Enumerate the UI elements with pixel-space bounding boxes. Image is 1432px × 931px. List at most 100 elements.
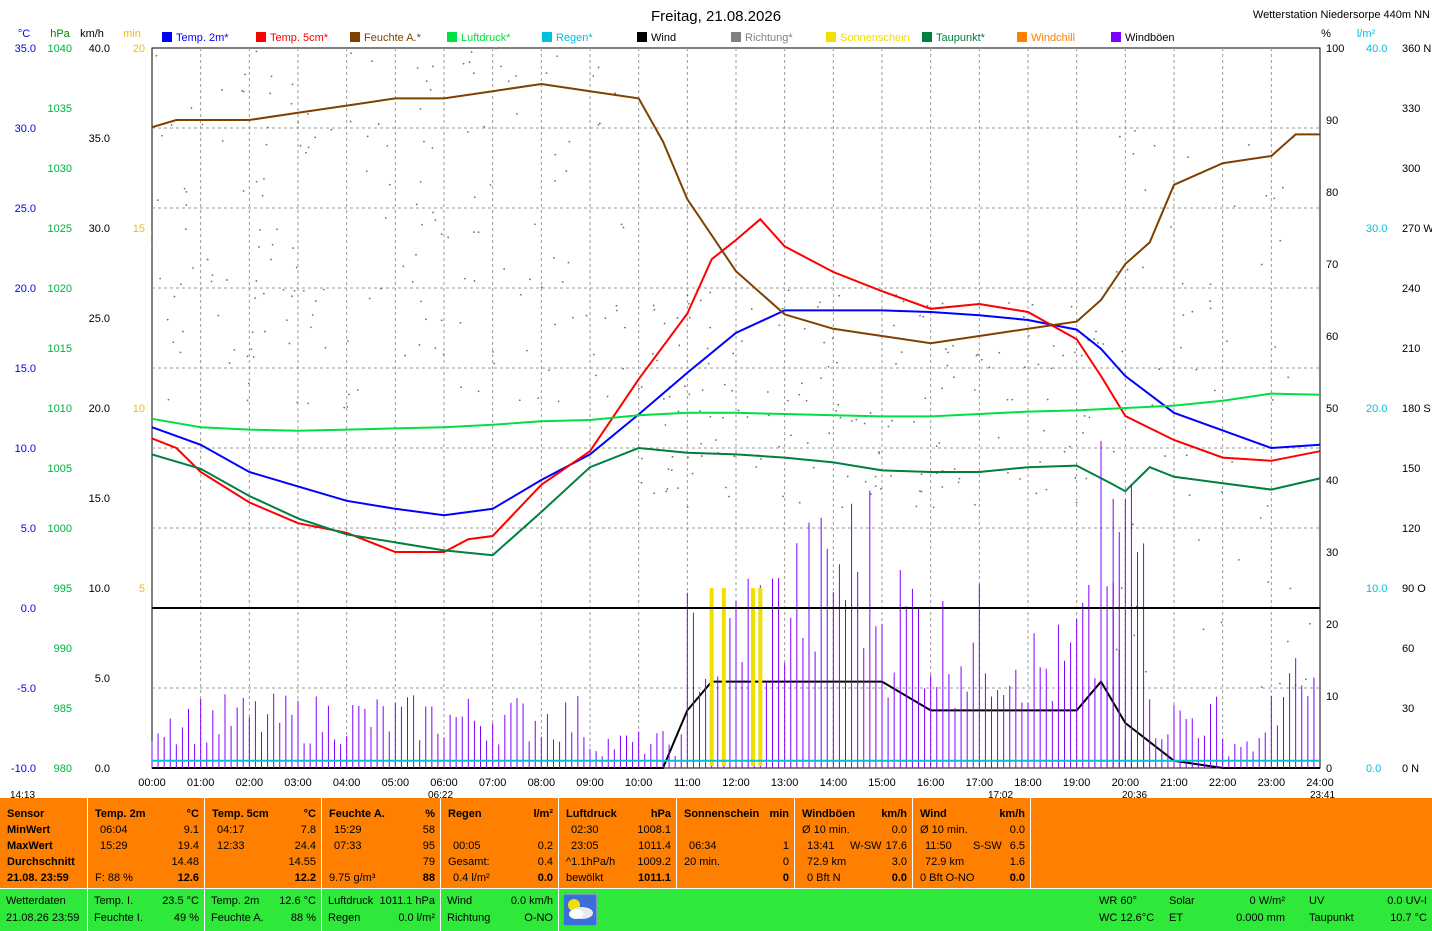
direction-point [919, 314, 921, 317]
direction-point [699, 410, 701, 412]
sonne-unit: min [769, 808, 789, 820]
legend-label: Regen* [556, 32, 593, 44]
direction-point [935, 445, 938, 448]
tick-time: 01:00 [187, 777, 215, 789]
direction-point [299, 144, 302, 147]
direction-point [429, 88, 432, 91]
direction-point [958, 477, 961, 480]
tick-temp: 35.0 [15, 43, 36, 55]
direction-point [322, 288, 325, 291]
tick-pressure: 990 [54, 643, 72, 655]
direction-point [1220, 621, 1223, 624]
direction-point [263, 330, 266, 333]
tick-humidity: 90 [1326, 115, 1338, 127]
tick-wind: 5.0 [95, 673, 110, 685]
direction-point [270, 258, 272, 261]
current-solar-cell: Solar 0 W/m² ET 0.000 mm [1165, 889, 1300, 931]
direction-point [468, 61, 471, 64]
direction-point [652, 304, 655, 307]
direction-point [874, 485, 877, 488]
direction-point [314, 136, 317, 139]
direction-point [255, 50, 258, 53]
direction-point [244, 73, 246, 76]
direction-point [293, 289, 296, 292]
direction-point [700, 442, 703, 445]
direction-point [656, 359, 659, 362]
current-richtung-value: O-NO [524, 912, 553, 924]
legend-swatch [922, 32, 932, 42]
direction-point [615, 309, 618, 312]
direction-point [380, 287, 382, 290]
direction-point [606, 395, 609, 398]
current-temp2-value: 12.6 °C [279, 895, 316, 907]
tick-time: 02:00 [236, 777, 264, 789]
direction-point [918, 490, 921, 493]
direction-point [540, 286, 543, 289]
direction-point [415, 203, 418, 206]
direction-point [554, 153, 557, 156]
current-uv-value: 0.0 UV-I [1387, 895, 1427, 907]
direction-point [1180, 346, 1182, 349]
legend-swatch [350, 32, 360, 42]
tick-time: 06:00 [430, 777, 458, 789]
direction-point [1119, 135, 1121, 138]
stats-panel: Sensor MinWert MaxWert Durchschnitt 21.0… [0, 798, 1432, 888]
legend-label: Feuchte A.* [364, 32, 422, 44]
luftdruck-current: 1011.1 [637, 872, 671, 884]
direction-point [472, 72, 475, 75]
direction-point [946, 364, 949, 367]
direction-point [838, 294, 841, 297]
luftdruck-forecast: bewölkt [566, 872, 604, 884]
direction-point [257, 246, 260, 248]
direction-point [1112, 450, 1115, 453]
direction-point [806, 442, 809, 444]
legend-label: Temp. 2m* [176, 32, 229, 44]
direction-point [592, 75, 595, 77]
direction-point [170, 124, 173, 126]
tick-humidity: 60 [1326, 331, 1338, 343]
row-max: MaxWert [7, 840, 53, 852]
regen-r1-value: 0.2 [537, 840, 553, 852]
wind-unit: km/h [999, 808, 1025, 820]
direction-point [1266, 505, 1269, 507]
direction-point [1131, 523, 1134, 526]
direction-point [567, 261, 570, 264]
direction-point [1006, 398, 1009, 401]
tick-time: 22:00 [1209, 777, 1237, 789]
direction-point [529, 278, 531, 281]
tick-time: 03:00 [284, 777, 312, 789]
current-tau-value: 10.7 °C [1390, 912, 1427, 924]
tick-time: 00:00 [138, 777, 166, 789]
tick-pressure: 1025 [48, 223, 72, 235]
direction-point [368, 297, 371, 300]
direction-point [292, 247, 294, 249]
wind-column: Wind km/h Ø 10 min. 0.0 11:50 S-SW 6.5 72.9 … [913, 798, 1031, 888]
sunshine-bar [709, 588, 714, 766]
legend-swatch [447, 32, 457, 42]
direction-point [1074, 351, 1076, 354]
tick-pressure: 1000 [48, 523, 72, 535]
direction-point [1022, 315, 1025, 318]
direction-point [1233, 205, 1236, 208]
direction-point [1260, 263, 1263, 266]
direction-point [624, 326, 626, 329]
legend-swatch [256, 32, 266, 42]
tick-time: 24:00 [1306, 777, 1334, 789]
direction-point [263, 177, 265, 180]
current-wind-label: Wind [447, 895, 473, 907]
direction-point [709, 326, 712, 329]
direction-point [1141, 266, 1144, 269]
current-tau-label: Taupunkt [1309, 912, 1354, 924]
tick-direction: 330 [1402, 103, 1420, 115]
luftdruck-min-time: 02:30 [571, 824, 599, 836]
direction-point [1209, 283, 1212, 286]
direction-point [270, 75, 273, 78]
current-wr: WR 60° [1099, 895, 1138, 907]
direction-point [855, 418, 858, 421]
tick-rain: 20.0 [1366, 403, 1387, 415]
direction-point [700, 455, 703, 457]
direction-point [941, 486, 944, 488]
regen-unit: l/m² [533, 808, 553, 820]
boeen-unit: km/h [881, 808, 907, 820]
tick-wind: 25.0 [89, 313, 110, 325]
